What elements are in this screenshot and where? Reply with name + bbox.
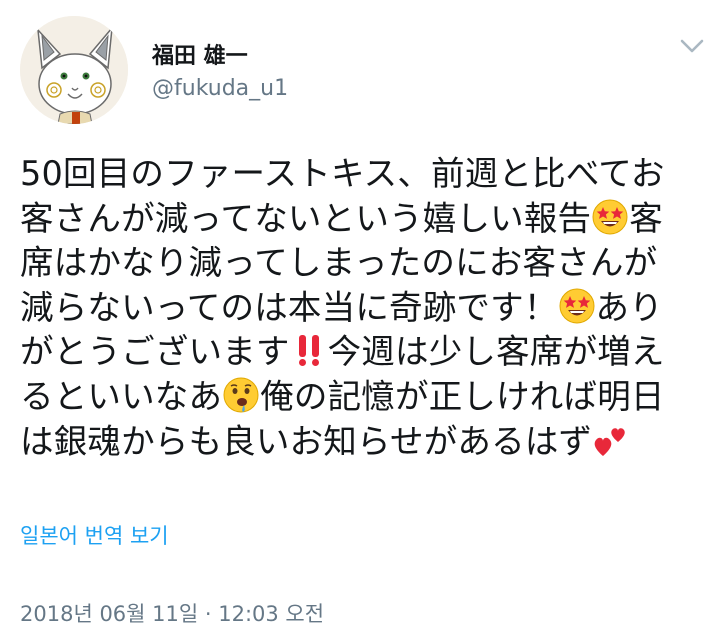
tweet-text-segment: 俺の記憶が正しければ明日 bbox=[260, 376, 665, 416]
tweet-text-segment: 50回目のファーストキス、前週と比べてお bbox=[20, 154, 665, 193]
tweet-text-segment: は銀魂からも良いお知らせがあるはず bbox=[20, 421, 593, 461]
drooling-emoji bbox=[223, 377, 259, 413]
tweet-text-segment: 減らないってのは本当に奇跡です！ bbox=[20, 287, 558, 327]
tweet-text-segment: 今週は少し客席が増え bbox=[327, 332, 665, 372]
tweet-card: 福田 雄一 @fukuda_u1 50回目のファーストキス、前週と比べてお 客さん… bbox=[0, 0, 720, 641]
tweet-timestamp: 2018년 06월 11일 · 12:03 오전 bbox=[20, 602, 325, 626]
tweet-text-segment: あり bbox=[595, 287, 663, 327]
tweet-text-segment: 席はかなり減ってしまったのにお客さんが bbox=[20, 243, 658, 283]
two-hearts-emoji bbox=[593, 422, 629, 458]
tweet-text-segment: 客 bbox=[629, 198, 663, 238]
avatar-illustration bbox=[20, 16, 128, 124]
tweet-text-line: は銀魂からも良いお知らせがあるはず bbox=[20, 420, 710, 465]
tweet-text-line: 50回目のファーストキス、前週と比べてお bbox=[20, 152, 710, 197]
display-name[interactable]: 福田 雄一 bbox=[152, 38, 248, 70]
tweet-text-line: 減らないってのは本当に奇跡です！ あり bbox=[20, 286, 710, 331]
tweet-text-segment: がとうございます bbox=[20, 332, 290, 372]
tweet-text-line: 客さんが減ってないという嬉しい報告 客 bbox=[20, 197, 710, 242]
avatar[interactable] bbox=[20, 16, 128, 124]
tweet-text-segment: るといいなあ bbox=[20, 376, 223, 416]
tweet-text-segment: 客さんが減ってないという嬉しい報告 bbox=[20, 198, 592, 238]
user-handle[interactable]: @fukuda_u1 bbox=[152, 76, 288, 101]
double-exclamation-emoji bbox=[291, 332, 327, 368]
translate-link[interactable]: 일본어 번역 보기 bbox=[20, 520, 169, 550]
tweet-text: 50回目のファーストキス、前週と比べてお 客さんが減ってないという嬉しい報告 客席… bbox=[20, 152, 710, 464]
tweet-text-line: るといいなあ 俺の記憶が正しければ明日 bbox=[20, 375, 710, 420]
star-struck-emoji bbox=[559, 288, 595, 324]
tweet-text-line: がとうございます 今週は少し客席が増え bbox=[20, 330, 710, 375]
chevron-down-icon[interactable] bbox=[678, 36, 706, 56]
tweet-text-line: 席はかなり減ってしまったのにお客さんが bbox=[20, 241, 710, 286]
star-struck-emoji bbox=[592, 199, 628, 235]
